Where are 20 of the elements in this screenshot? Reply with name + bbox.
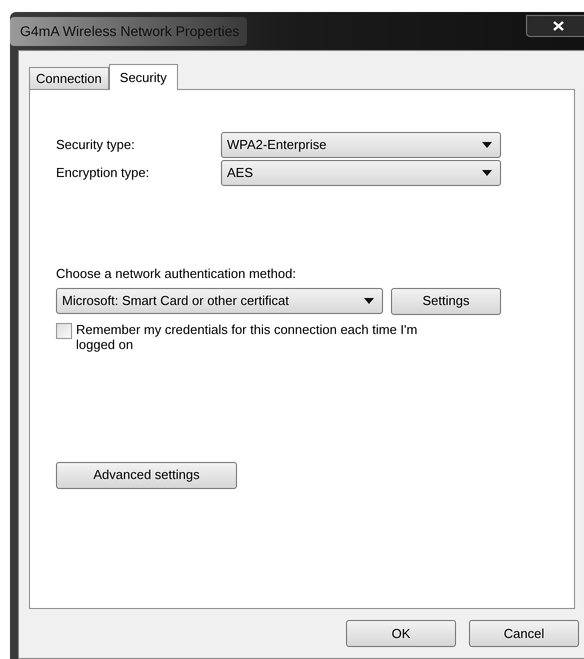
caret-icon	[482, 170, 492, 176]
caret-icon	[364, 298, 374, 304]
button[interactable]: Settings	[391, 288, 501, 314]
dropdown[interactable]: AES	[221, 160, 501, 186]
caret-icon	[482, 142, 492, 148]
checkbox[interactable]	[56, 322, 72, 338]
dropdown[interactable]: Microsoft: Smart Card or other certificat	[56, 288, 383, 314]
button[interactable]: Advanced settings	[56, 462, 237, 488]
close-icon	[552, 21, 564, 31]
checkbox-label: Remember my credentials for this connection each time I'm logged on	[76, 322, 418, 352]
tab[interactable]: Security	[108, 64, 178, 90]
section-label: Choose a network authentication method:	[56, 265, 297, 283]
dropdown[interactable]: WPA2-Enterprise	[221, 132, 501, 158]
close-button[interactable]	[526, 15, 584, 37]
field-label: Security type:	[56, 136, 136, 154]
button[interactable]: Cancel	[469, 620, 579, 647]
field-label: Encryption type:	[56, 164, 150, 182]
button[interactable]: OK	[346, 620, 456, 647]
tab[interactable]: Connection	[29, 67, 109, 89]
window-title: G4mA Wireless Network Properties	[10, 16, 248, 46]
